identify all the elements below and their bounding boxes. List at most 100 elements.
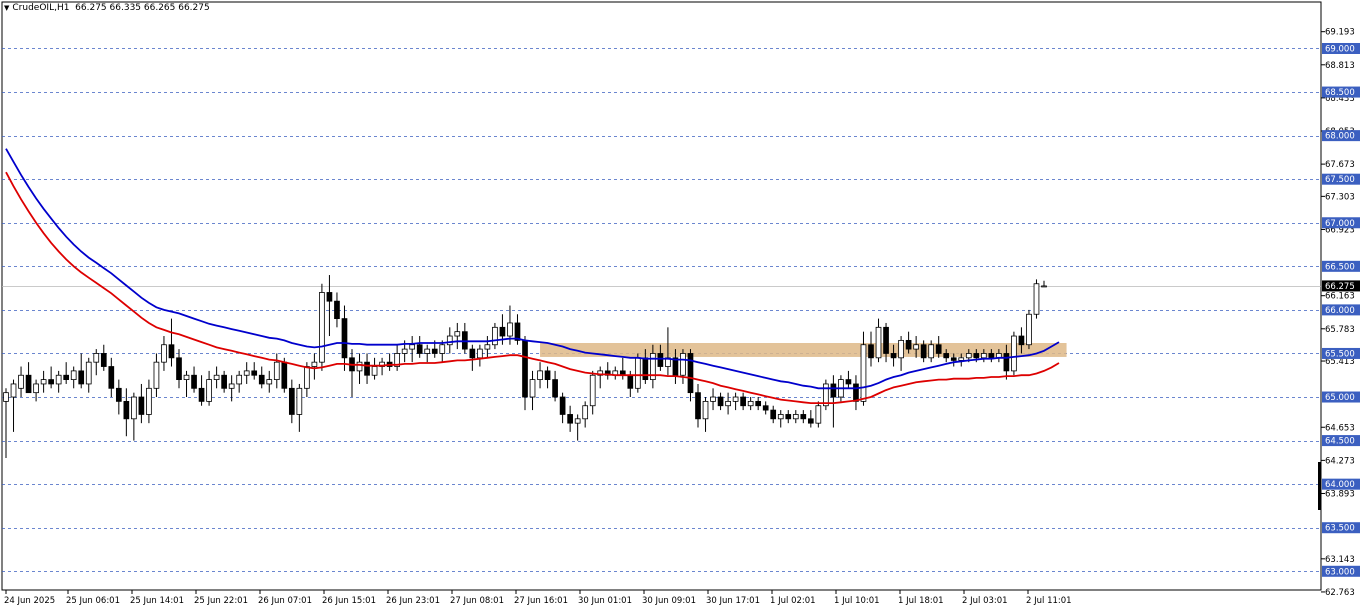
time-tick-label: 26 Jun 15:01	[322, 596, 376, 606]
price-tick-label: 66.163	[1325, 292, 1355, 302]
plot-frame	[1, 1, 1322, 591]
candle-body	[10, 383, 17, 398]
candle-body	[311, 361, 318, 367]
candle-body	[258, 374, 265, 385]
candle-body	[266, 379, 273, 385]
candle-body	[401, 348, 408, 354]
candle-body	[905, 339, 912, 350]
price-tick-label: 67.303	[1325, 192, 1355, 202]
candle-body	[830, 383, 837, 398]
time-tick-label: 30 Jun 17:01	[706, 596, 760, 606]
candle-body	[85, 361, 92, 385]
time-tick-label: 25 Jun 22:01	[194, 596, 248, 606]
candle-body	[943, 353, 950, 359]
candle-body	[544, 370, 551, 380]
candle-body	[988, 353, 995, 359]
candle-body	[454, 331, 461, 337]
candle-body	[146, 387, 152, 415]
candle-body	[574, 418, 581, 424]
candle-body	[860, 344, 867, 402]
level-label: 66.000	[1325, 306, 1355, 316]
candle-body	[1018, 335, 1025, 346]
candle-body	[785, 414, 792, 420]
candle-body	[304, 366, 310, 389]
time-tick-label: 2 Jul 03:01	[962, 596, 1008, 606]
candle-body	[206, 379, 212, 402]
candle-body	[416, 344, 423, 354]
candle-body	[582, 405, 589, 420]
candle-body	[236, 374, 243, 385]
candle-body	[725, 400, 731, 407]
candle-body	[424, 348, 431, 354]
candle-body	[1026, 313, 1032, 346]
candle-body	[356, 361, 363, 372]
edge-marker	[1318, 462, 1321, 510]
candle-body	[973, 353, 980, 359]
candle-body	[364, 361, 370, 376]
price-zone	[540, 343, 1067, 357]
candle-body	[559, 396, 566, 415]
level-label: 68.000	[1325, 132, 1355, 142]
candle-body	[680, 353, 686, 376]
candle-body	[221, 374, 227, 389]
candle-body	[484, 344, 491, 350]
candle-body	[627, 374, 634, 389]
candle-body	[920, 344, 927, 359]
candle-body	[1011, 335, 1017, 372]
candle-body	[326, 292, 333, 302]
candle-body	[251, 370, 258, 376]
candle-body	[845, 379, 852, 385]
candle-body	[296, 387, 303, 415]
candle-body	[1003, 353, 1010, 372]
price-tick-label: 64.273	[1325, 456, 1355, 466]
candle-body	[657, 353, 664, 367]
candle-body	[123, 400, 130, 420]
current-price-label: 66.275	[1325, 282, 1355, 292]
candle-body	[131, 396, 137, 420]
time-tick-label: 1 Jul 02:01	[770, 596, 816, 606]
candle-body	[499, 326, 506, 337]
candle-body	[853, 383, 859, 402]
candle-body	[93, 353, 100, 363]
candle-body	[439, 344, 446, 354]
price-tick-label: 63.143	[1325, 555, 1355, 565]
candle-body	[747, 400, 754, 407]
candle-body	[740, 396, 746, 407]
candle-body	[717, 396, 724, 407]
candle-body	[431, 348, 438, 354]
candle-body	[898, 339, 904, 359]
candle-body	[446, 335, 453, 346]
candle-body	[48, 379, 54, 385]
candle-body	[507, 322, 513, 337]
candle-body	[1041, 285, 1047, 288]
level-label: 68.500	[1325, 88, 1355, 98]
time-tick-label: 2 Jul 11:01	[1026, 596, 1072, 606]
level-label: 65.500	[1325, 349, 1355, 359]
symbol-header: ▼ CrudeOIL,H1 66.275 66.335 66.265 66.275	[4, 3, 210, 13]
candle-body	[161, 344, 167, 363]
candle-body	[138, 396, 145, 415]
time-tick-label: 27 Jun 08:01	[450, 596, 504, 606]
candle-body	[935, 344, 942, 354]
symbol-label: CrudeOIL,H1	[12, 3, 70, 13]
candle-body	[807, 418, 814, 424]
price-tick-label: 69.193	[1325, 28, 1355, 38]
candle-body	[108, 366, 115, 389]
dropdown-triangle-icon[interactable]: ▼	[4, 4, 9, 12]
time-tick-label: 27 Jun 16:01	[514, 596, 568, 606]
candle-body	[800, 414, 807, 420]
candle-body	[183, 374, 190, 380]
candle-body	[965, 353, 972, 359]
level-label: 69.000	[1325, 44, 1355, 54]
candle-body	[928, 344, 935, 359]
candle-body	[341, 318, 348, 359]
candle-body	[883, 326, 889, 354]
time-tick-label: 1 Jul 18:01	[898, 596, 944, 606]
price-tick-label: 65.783	[1325, 325, 1355, 335]
level-label: 67.500	[1325, 175, 1355, 185]
candle-body	[63, 374, 70, 380]
candle-body	[980, 353, 987, 359]
candle-body	[176, 357, 182, 380]
candle-body	[40, 379, 47, 385]
price-chart[interactable]: 69.19368.81368.43368.05367.67367.30366.9…	[0, 0, 1362, 611]
